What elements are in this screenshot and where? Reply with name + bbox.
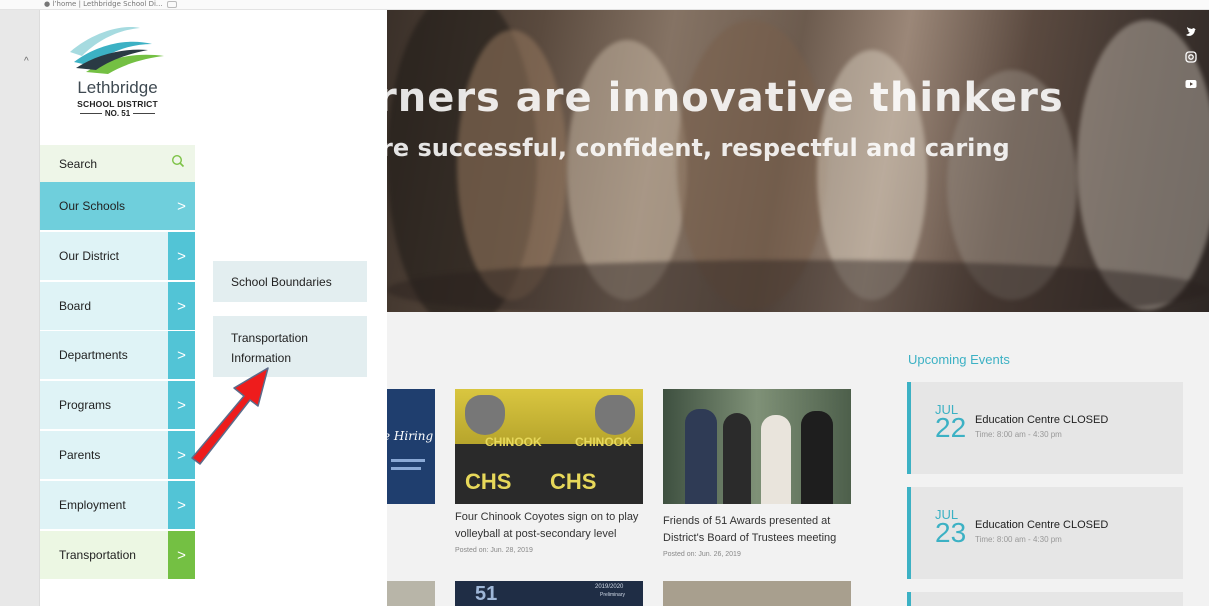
event-day: 23 <box>935 517 967 548</box>
logo-mark-icon <box>70 27 164 74</box>
hero-banner: rners are innovative thinkers re success… <box>387 10 1209 312</box>
news-image-friends[interactable] <box>663 389 851 504</box>
submenu-item-school-boundaries[interactable]: School Boundaries <box>213 261 367 302</box>
sidebar-item-label: Departments <box>59 348 128 362</box>
chs-text-left: CHS <box>465 469 512 494</box>
instagram-icon[interactable] <box>1185 51 1197 63</box>
sidebar-item-label: Programs <box>59 398 112 412</box>
search-label: Search <box>59 157 98 171</box>
event-card-2[interactable]: JUL 23 Education Centre CLOSED Time: 8:0… <box>907 487 1183 579</box>
event-time: Time: 8:00 am - 4:30 pm <box>975 535 1062 544</box>
chinook-text-left: CHINOOK <box>485 435 542 449</box>
submenu-panel: School Boundaries Transportation Informa… <box>195 10 387 606</box>
collapse-caret-icon[interactable]: ^ <box>24 56 29 67</box>
fiftyone-text: 51 <box>475 583 498 605</box>
event-card-3[interactable] <box>907 592 1183 606</box>
sidebar-item-departments[interactable]: Departments > <box>40 331 195 380</box>
event-day: 22 <box>935 412 967 443</box>
twitter-icon[interactable] <box>1185 26 1197 38</box>
sidebar-item-label: Our Schools <box>59 199 126 213</box>
logo-line2-text: NO. 51 <box>104 109 131 118</box>
preliminary-text: Preliminary <box>600 592 626 598</box>
news-title-2[interactable]: Friends of 51 Awards presented at Distri… <box>663 513 858 547</box>
sidebar-item-label: Our District <box>59 249 119 263</box>
news-image-hiring[interactable]: e Hiring <box>387 389 435 504</box>
screen: ● l’home | Lethbridge School Di... ^ rne… <box>0 0 1209 606</box>
year-text: 2019/2020 <box>595 584 624 590</box>
news-date-1: Posted on: Jun. 28, 2019 <box>455 547 533 554</box>
sidebar-item-label: Parents <box>59 448 101 462</box>
news-image-6[interactable] <box>663 581 851 606</box>
sidebar-item-employment[interactable]: Employment > <box>40 481 195 530</box>
news-date-2: Posted on: Jun. 26, 2019 <box>663 551 741 558</box>
search-bar[interactable]: Search <box>40 145 195 182</box>
chevron-right-icon[interactable]: > <box>168 531 195 579</box>
event-time: Time: 8:00 am - 4:30 pm <box>975 430 1062 439</box>
chevron-right-icon[interactable]: > <box>168 182 195 230</box>
sidebar-item-programs[interactable]: Programs > <box>40 381 195 430</box>
event-title[interactable]: Education Centre CLOSED <box>975 414 1108 426</box>
annotation-arrow-icon <box>182 360 272 470</box>
sidebar-item-our-district[interactable]: Our District > <box>40 232 195 281</box>
sidebar-item-label: Transportation <box>59 548 136 562</box>
news-image-chinook[interactable]: CHINOOK CHINOOK CHS CHS <box>455 389 643 504</box>
news-image-51[interactable]: 51 2019/2020 Preliminary <box>455 581 643 606</box>
hiring-text: e Hiring <box>387 429 434 443</box>
news-image-4[interactable] <box>387 581 435 606</box>
chs-text-right: CHS <box>550 469 597 494</box>
logo-name: Lethbridge <box>77 78 158 97</box>
hero-headline: rners are innovative thinkers <box>387 75 1064 121</box>
submenu-item-label: School Boundaries <box>231 275 332 289</box>
youtube-icon[interactable] <box>1185 78 1197 90</box>
logo-line2: NO. 51 <box>40 109 195 118</box>
sidebar-item-parents[interactable]: Parents > <box>40 431 195 480</box>
event-card-1[interactable]: JUL 22 Education Centre CLOSED Time: 8:0… <box>907 382 1183 474</box>
left-gutter: ^ <box>0 10 40 606</box>
logo-line1: SCHOOL DISTRICT <box>77 99 158 109</box>
chevron-right-icon[interactable]: > <box>168 282 195 330</box>
sidebar-item-our-schools[interactable]: Our Schools > <box>40 182 195 231</box>
hero-subheadline: re successful, confident, respectful and… <box>387 134 1010 162</box>
chevron-right-icon[interactable]: > <box>168 481 195 529</box>
url-text[interactable]: ● l’home | Lethbridge School Di... <box>44 0 163 8</box>
district-logo[interactable]: Lethbridge SCHOOL DISTRICT NO. 51 <box>40 10 195 135</box>
sidebar-menu: Lethbridge SCHOOL DISTRICT NO. 51 Search… <box>40 10 195 606</box>
sidebar-item-transportation[interactable]: Transportation > <box>40 531 195 580</box>
search-icon[interactable] <box>171 154 187 170</box>
sidebar-item-label: Board <box>59 299 92 313</box>
browser-strip: ● l’home | Lethbridge School Di... <box>0 0 1209 10</box>
chinook-text-right: CHINOOK <box>575 435 632 449</box>
sidebar-item-board[interactable]: Board > <box>40 282 195 331</box>
sidebar-item-label: Employment <box>59 498 126 512</box>
tab-icon[interactable] <box>167 1 177 8</box>
news-title-1[interactable]: Four Chinook Coyotes sign on to play vol… <box>455 509 650 543</box>
event-title[interactable]: Education Centre CLOSED <box>975 519 1108 531</box>
upcoming-events-title: Upcoming Events <box>908 352 1010 367</box>
chevron-right-icon[interactable]: > <box>168 232 195 280</box>
